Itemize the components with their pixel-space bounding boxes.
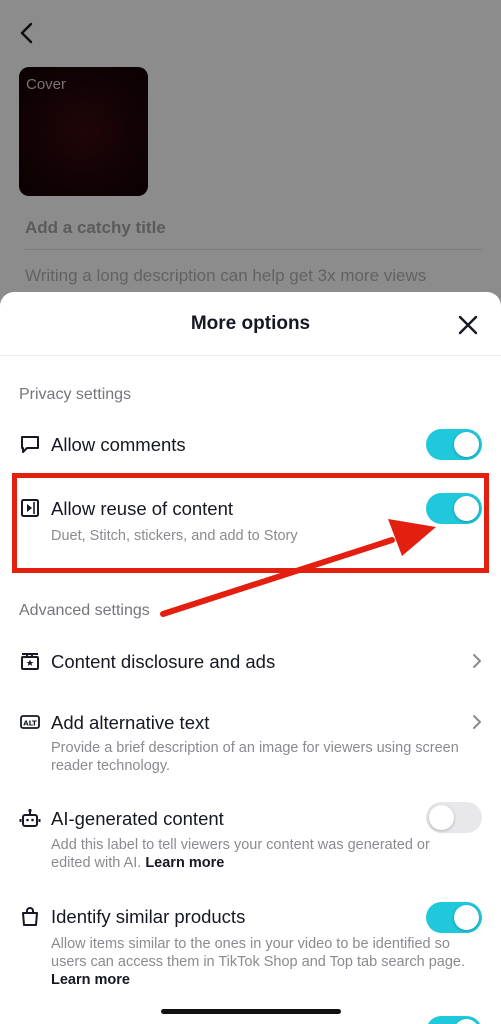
toggle-knob [454, 432, 479, 457]
home-indicator [161, 1009, 341, 1014]
ai-generated-subtitle: Add this label to tell viewers your cont… [51, 836, 471, 872]
similar-products-subtitle-text: Allow items similar to the ones in your … [51, 936, 466, 970]
ai-generated-label: AI-generated content [51, 808, 224, 829]
next-row-toggle[interactable] [426, 1016, 482, 1024]
ai-learn-more-link[interactable]: Learn more [145, 855, 224, 871]
allow-comments-row[interactable]: Allow comments [0, 426, 501, 466]
allow-comments-toggle[interactable] [426, 429, 482, 460]
alt-icon: ALT [20, 715, 40, 729]
toggle-knob [454, 905, 479, 930]
similar-products-toggle[interactable] [426, 902, 482, 933]
toggle-knob [454, 1019, 479, 1024]
chevron-right-icon [473, 715, 481, 729]
toggle-knob [429, 805, 454, 830]
similar-products-label: Identify similar products [51, 906, 246, 927]
content-disclosure-label: Content disclosure and ads [51, 651, 276, 672]
content-disclosure-row[interactable]: Content disclosure and ads [0, 644, 501, 680]
star-clapper-icon [21, 653, 39, 670]
alt-text-label: Add alternative text [51, 712, 210, 733]
screen: Cover Add a catchy title Writing a long … [0, 0, 501, 1024]
alt-text-row[interactable]: ALT Add alternative text Provide a brief… [0, 705, 501, 775]
robot-icon [19, 808, 41, 827]
shopping-bag-icon [22, 907, 38, 926]
alt-text-subtitle: Provide a brief description of an image … [51, 740, 459, 774]
similar-products-subtitle: Allow items similar to the ones in your … [51, 935, 471, 989]
sheet-title: More options [190, 313, 311, 334]
privacy-section-label: Privacy settings [19, 386, 132, 403]
similar-learn-more-link[interactable]: Learn more [51, 972, 130, 988]
annotation-highlight-box [12, 473, 489, 573]
allow-comments-label: Allow comments [51, 434, 186, 455]
svg-text:ALT: ALT [23, 720, 37, 728]
advanced-section-label: Advanced settings [19, 602, 150, 619]
ai-generated-row[interactable]: AI-generated content Add this label to t… [0, 800, 501, 876]
sheet-header: More options [0, 292, 501, 356]
chevron-right-icon [473, 654, 481, 668]
similar-products-row[interactable]: Identify similar products Allow items si… [0, 900, 501, 1000]
ai-generated-toggle[interactable] [426, 802, 482, 833]
close-icon[interactable] [456, 313, 480, 337]
comment-icon [21, 436, 39, 453]
ai-generated-subtitle-text: Add this label to tell viewers your cont… [51, 837, 430, 871]
